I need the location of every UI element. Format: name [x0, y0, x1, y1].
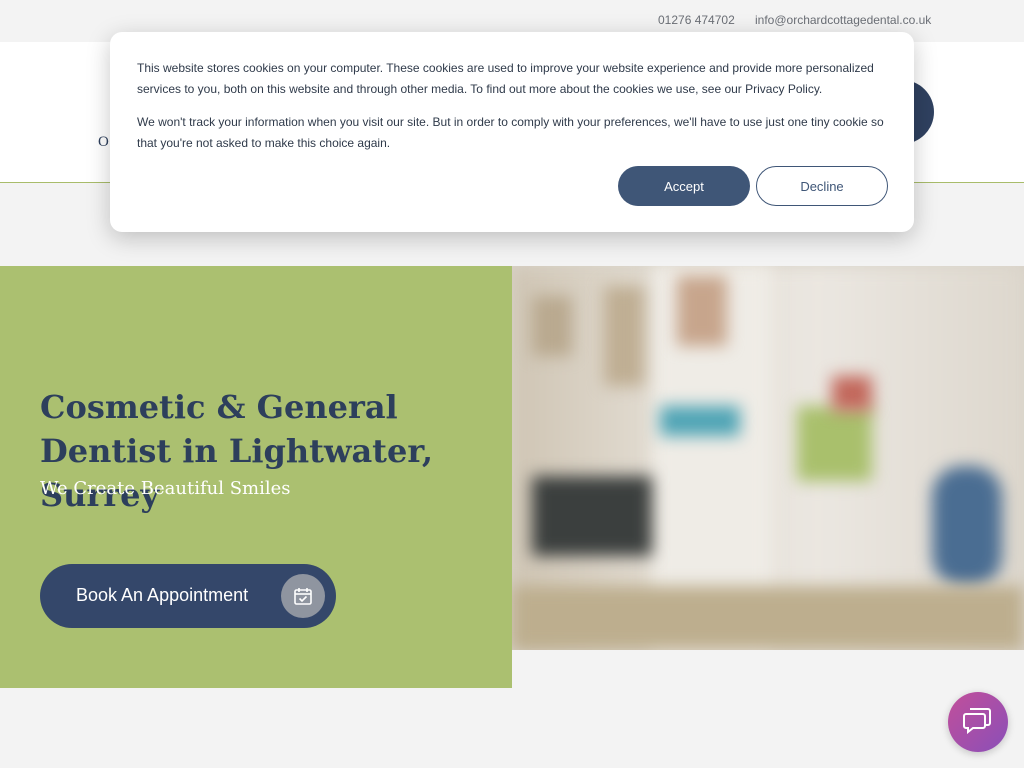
photo-poster: [832, 376, 872, 411]
book-appointment-button[interactable]: Book An Appointment: [40, 564, 336, 628]
phone-link[interactable]: 01276 474702: [658, 13, 735, 27]
photo-poster: [677, 276, 727, 346]
site-logo[interactable]: O: [98, 134, 109, 151]
chat-bubbles-icon: [963, 706, 993, 739]
accept-button[interactable]: Accept: [618, 166, 750, 206]
photo-poster: [532, 296, 572, 356]
photo-floor: [512, 586, 1024, 650]
chat-widget-button[interactable]: [948, 692, 1008, 752]
hero-subtitle: We Create Beautiful Smiles: [40, 478, 291, 499]
photo-chair-blue: [932, 466, 1002, 586]
cookie-paragraph-2: We won't track your information when you…: [137, 115, 884, 150]
calendar-check-icon: [281, 574, 325, 618]
decline-button[interactable]: Decline: [756, 166, 888, 206]
photo-poster: [604, 286, 644, 386]
cookie-paragraph-1: This website stores cookies on your comp…: [137, 61, 874, 96]
photo-chairs: [532, 476, 652, 556]
email-link[interactable]: info@orchardcottagedental.co.uk: [755, 13, 931, 27]
photo-sign: [660, 406, 740, 436]
hero-photo: [512, 266, 1024, 650]
photo-poster: [797, 406, 872, 481]
cookie-consent-dialog: This website stores cookies on your comp…: [110, 32, 914, 232]
book-appointment-label: Book An Appointment: [76, 585, 249, 605]
